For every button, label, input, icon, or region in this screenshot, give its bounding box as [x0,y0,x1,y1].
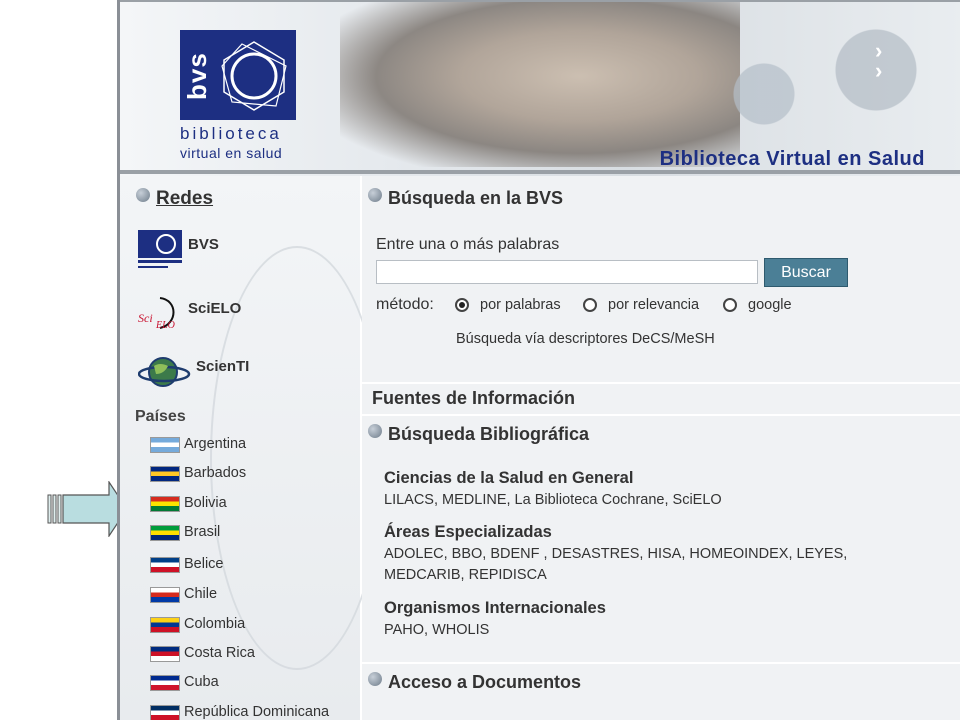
flag-icon [150,587,180,603]
country-name: Cuba [184,674,219,690]
logo-short-text: bvs [182,52,212,100]
fuentes-heading: Fuentes de Información [372,388,576,408]
network-item-bvs[interactable]: BVS [138,230,219,270]
bullet-icon [368,424,382,438]
network-item-scielo[interactable]: Sci ELO SciELO [138,294,241,334]
banner-title: Biblioteca Virtual en Salud [659,148,925,170]
section-divider [362,382,960,384]
search-input[interactable] [376,260,758,284]
descriptor-search-link[interactable]: Búsqueda vía descriptores DeCS/MeSH [456,331,715,347]
flag-icon [150,675,180,691]
country-name: República Dominicana [184,704,330,720]
method-label: método: [376,296,434,313]
country-name: Barbados [184,465,247,481]
radio-por-relevancia[interactable] [583,298,597,312]
flag-icon [150,617,180,633]
sidebar: Redes BVS Sci ELO SciELO ScienTI Países … [120,176,384,720]
country-name: Chile [184,586,218,602]
chevron-right-icon: › [875,58,883,83]
network-item-scienti[interactable]: ScienTI [137,352,249,392]
flag-icon [150,466,180,482]
logo-line1: biblioteca [180,124,282,143]
network-label: ScienTI [196,358,250,375]
bvs-logo[interactable]: bvs [180,30,296,120]
main-content: Búsqueda en la BVS Entre una o más palab… [362,176,960,720]
network-label: SciELO [188,300,242,317]
section-divider [362,414,960,416]
paises-heading: Países [135,408,186,425]
bullet-icon [136,188,150,202]
browser-page: › › bvs biblioteca virtual en salud Bibl… [117,0,960,720]
radio-label: por relevancia [608,297,700,313]
flag-icon [150,557,180,573]
flag-icon [150,705,180,720]
scielo-logo-icon: Sci ELO [138,297,175,331]
svg-text:Sci: Sci [138,311,153,325]
category-title-especializadas[interactable]: Áreas Especializadas [384,523,552,542]
radio-por-palabras[interactable] [455,298,469,312]
header-divider [120,170,960,174]
flag-icon [150,437,180,453]
country-name: Argentina [184,436,247,452]
country-name: Bolivia [184,495,227,511]
bvs-logo-icon [138,230,182,268]
banner-decoration [680,22,960,142]
search-prompt: Entre una o más palabras [376,236,560,253]
redes-heading[interactable]: Redes [136,188,213,210]
category-body-general[interactable]: LILACS, MEDLINE, La Biblioteca Cochrane,… [384,490,904,511]
bullet-icon [368,672,382,686]
globe-logo-icon [137,357,191,387]
radio-label: por palabras [480,297,561,313]
flag-icon [150,646,180,662]
country-name: Colombia [184,616,246,632]
country-name: Brasil [184,524,221,540]
flag-icon [150,496,180,512]
svg-text:ELO: ELO [155,320,175,331]
category-body-organismos[interactable]: PAHO, WHOLIS [384,620,904,641]
acceso-heading: Acceso a Documentos [368,672,581,693]
category-title-organismos[interactable]: Organismos Internacionales [384,599,606,618]
country-name: Belice [184,556,224,572]
biblio-heading: Búsqueda Bibliográfica [368,424,589,445]
search-button[interactable]: Buscar [764,258,848,287]
logo-ring-icon [221,41,287,111]
section-divider [362,662,960,664]
flag-icon [150,525,180,541]
category-title-general[interactable]: Ciencias de la Salud en General [384,469,633,488]
site-header: › › bvs biblioteca virtual en salud Bibl… [120,0,960,178]
logo-line2: virtual en salud [180,145,283,161]
network-label: BVS [188,236,219,253]
radio-google[interactable] [723,298,737,312]
search-heading: Búsqueda en la BVS [368,188,563,209]
radio-label: google [748,297,792,313]
category-body-especializadas[interactable]: ADOLEC, BBO, BDENF , DESASTRES, HISA, HO… [384,544,864,586]
country-name: Costa Rica [184,645,255,661]
bullet-icon [368,188,382,202]
